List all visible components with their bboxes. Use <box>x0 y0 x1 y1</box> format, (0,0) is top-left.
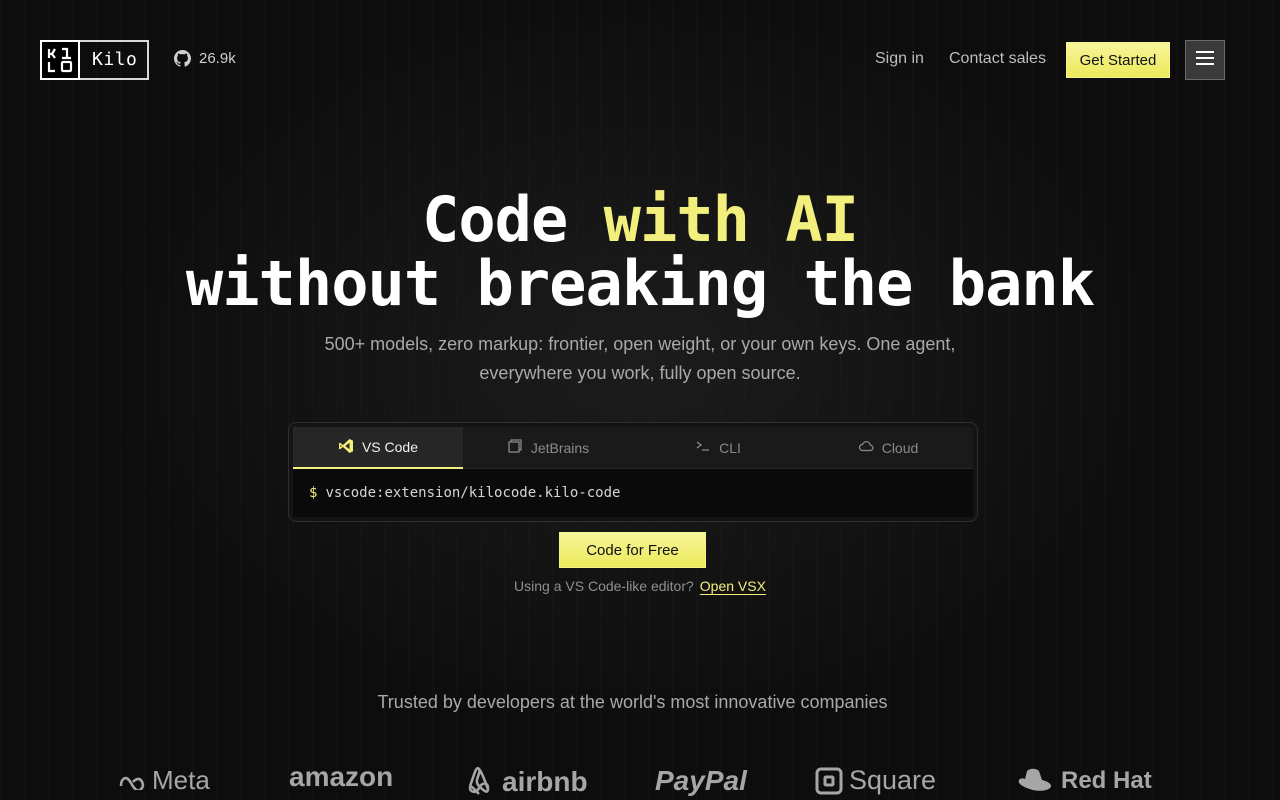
tab-label: JetBrains <box>530 439 590 456</box>
meta-logo: Meta <box>118 765 210 796</box>
contact-sales-link[interactable]: Contact sales <box>949 50 1046 68</box>
company-name: Red Hat <box>1061 767 1152 794</box>
install-command[interactable]: $ vscode:extension/kilocode.kilo-code <box>293 469 973 517</box>
hero-title-part1: Code <box>422 183 604 256</box>
install-card: VS Code JetBrains CLI Cloud $ vscode:ext… <box>288 422 978 522</box>
command-text: vscode:extension/kilocode.kilo-code <box>325 485 621 501</box>
tab-jetbrains[interactable]: JetBrains <box>463 427 633 469</box>
amazon-logo: amazon <box>289 761 393 793</box>
sign-in-link[interactable]: Sign in <box>875 50 924 68</box>
brand-name: Kilo <box>92 49 138 70</box>
airbnb-icon <box>462 765 496 799</box>
cloud-icon <box>858 438 874 457</box>
company-name: amazon <box>289 761 394 792</box>
tab-vscode[interactable]: VS Code <box>293 427 463 469</box>
github-icon <box>174 50 191 67</box>
install-tabs: VS Code JetBrains CLI Cloud <box>293 427 973 469</box>
github-link[interactable]: 26.9k <box>174 50 236 67</box>
hero-title-highlight: with AI <box>603 183 859 256</box>
prompt-symbol: $ <box>309 485 318 501</box>
vscode-icon <box>338 438 354 457</box>
square-logo: Square <box>815 765 936 796</box>
hero-subtitle: 500+ models, zero markup: frontier, open… <box>324 334 956 383</box>
airbnb-logo: airbnb <box>462 765 588 799</box>
github-stars: 26.9k <box>199 50 236 67</box>
hero-title-line2: without breaking the bank <box>185 247 1095 320</box>
vsx-prefix: Using a VS Code-like editor? <box>514 578 694 594</box>
redhat-icon <box>1015 767 1055 795</box>
menu-button[interactable] <box>1185 40 1225 80</box>
trusted-heading: Trusted by developers at the world's mos… <box>377 692 888 712</box>
tab-label: CLI <box>719 439 741 456</box>
open-vsx-link[interactable]: Open VSX <box>700 578 766 594</box>
company-name: Meta <box>152 765 210 795</box>
company-name: airbnb <box>502 766 588 797</box>
tab-label: Cloud <box>881 439 919 456</box>
company-name: Square <box>849 765 937 795</box>
hamburger-icon <box>1196 50 1214 70</box>
kilo-logo-icon <box>40 40 80 80</box>
tab-cli[interactable]: CLI <box>633 427 803 469</box>
jetbrains-icon <box>507 438 523 457</box>
square-icon <box>815 767 843 795</box>
tab-label: VS Code <box>361 439 419 455</box>
get-started-button[interactable]: Get Started <box>1067 43 1169 77</box>
paypal-logo: PayPal <box>655 765 747 797</box>
redhat-logo: Red Hat <box>1015 767 1152 795</box>
hero-title: Code with AI without breaking the bank <box>0 188 1280 316</box>
brand-logo[interactable]: Kilo <box>40 40 150 80</box>
tab-cloud[interactable]: Cloud <box>803 427 973 469</box>
meta-icon <box>118 772 146 790</box>
company-logos: Meta amazon airbnb PayPal Square Red Hat <box>0 755 1280 800</box>
code-for-free-button[interactable]: Code for Free <box>560 533 705 567</box>
top-nav: Kilo 26.9k Sign in Contact sales Get Sta… <box>0 0 1280 120</box>
terminal-icon <box>695 438 711 457</box>
vsx-line: Using a VS Code-like editor? Open VSX <box>0 578 1280 594</box>
company-name: PayPal <box>655 765 747 796</box>
